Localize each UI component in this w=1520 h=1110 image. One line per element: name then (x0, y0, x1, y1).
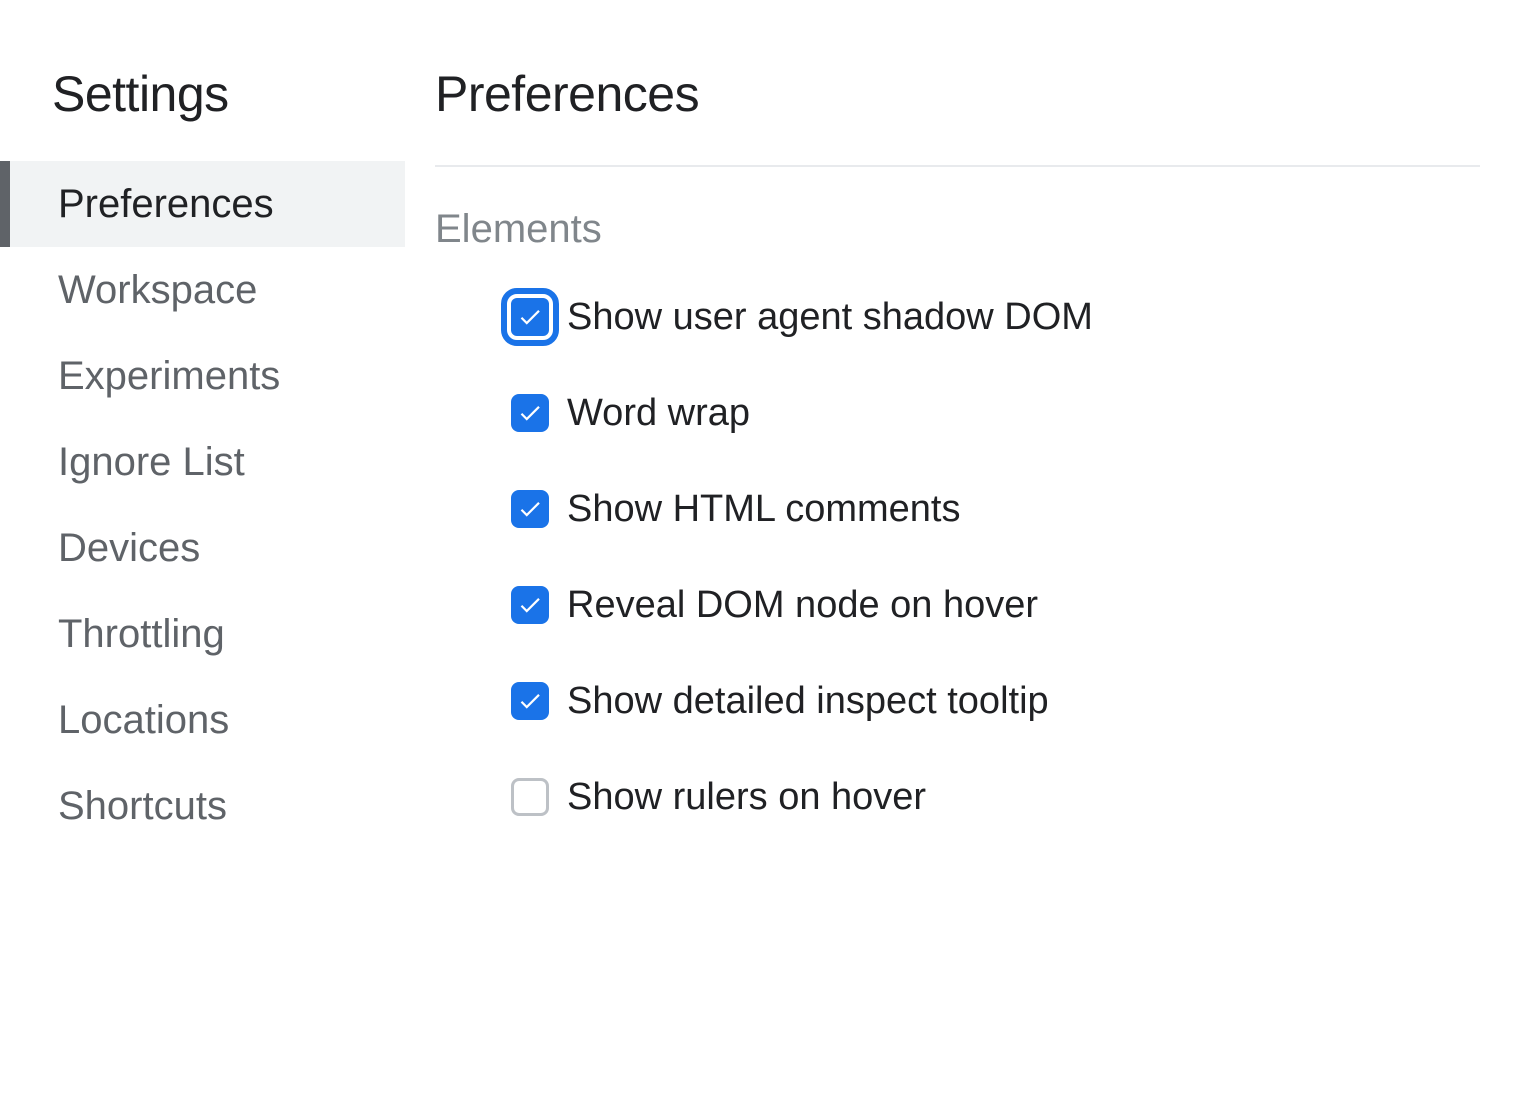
checkbox-icon[interactable] (511, 298, 549, 336)
sidebar-item-shortcuts[interactable]: Shortcuts (0, 763, 405, 849)
sidebar-item-label: Locations (58, 698, 229, 742)
option-label: Show HTML comments (567, 490, 960, 528)
sidebar-item-workspace[interactable]: Workspace (0, 247, 405, 333)
sidebar-item-label: Preferences (58, 182, 274, 226)
sidebar-item-devices[interactable]: Devices (0, 505, 405, 591)
main-panel: Preferences Elements Show user agent sha… (405, 0, 1520, 1110)
checkbox-icon[interactable] (511, 778, 549, 816)
option-label: Show rulers on hover (567, 778, 926, 816)
checkbox-icon[interactable] (511, 490, 549, 528)
sidebar-item-preferences[interactable]: Preferences (0, 161, 405, 247)
sidebar-item-label: Shortcuts (58, 784, 227, 828)
option-show-detailed-inspect-tooltip[interactable]: Show detailed inspect tooltip (511, 682, 1480, 720)
option-label: Reveal DOM node on hover (567, 586, 1038, 624)
sidebar-title: Settings (0, 65, 405, 161)
sidebar-item-label: Experiments (58, 354, 280, 398)
option-reveal-dom-node-on-hover[interactable]: Reveal DOM node on hover (511, 586, 1480, 624)
sidebar-item-label: Workspace (58, 268, 257, 312)
sidebar-item-label: Ignore List (58, 440, 245, 484)
option-show-user-agent-shadow-dom[interactable]: Show user agent shadow DOM (511, 298, 1480, 336)
check-icon (517, 496, 543, 522)
sidebar-item-locations[interactable]: Locations (0, 677, 405, 763)
sidebar-item-label: Throttling (58, 612, 225, 656)
settings-sidebar: Settings Preferences Workspace Experimen… (0, 0, 405, 1110)
checkbox-icon[interactable] (511, 586, 549, 624)
checkbox-icon[interactable] (511, 394, 549, 432)
divider (435, 165, 1480, 167)
option-label: Word wrap (567, 394, 750, 432)
sidebar-item-label: Devices (58, 526, 200, 570)
option-word-wrap[interactable]: Word wrap (511, 394, 1480, 432)
sidebar-item-throttling[interactable]: Throttling (0, 591, 405, 677)
option-label: Show user agent shadow DOM (567, 298, 1093, 336)
checkbox-icon[interactable] (511, 682, 549, 720)
options-list: Show user agent shadow DOM Word wrap Sho… (435, 298, 1480, 816)
page-title: Preferences (435, 65, 1480, 165)
check-icon (517, 592, 543, 618)
option-label: Show detailed inspect tooltip (567, 682, 1049, 720)
check-icon (517, 400, 543, 426)
option-show-html-comments[interactable]: Show HTML comments (511, 490, 1480, 528)
check-icon (517, 688, 543, 714)
check-icon (517, 304, 543, 330)
sidebar-item-ignore-list[interactable]: Ignore List (0, 419, 405, 505)
option-show-rulers-on-hover[interactable]: Show rulers on hover (511, 778, 1480, 816)
section-title-elements: Elements (435, 207, 1480, 252)
sidebar-item-experiments[interactable]: Experiments (0, 333, 405, 419)
